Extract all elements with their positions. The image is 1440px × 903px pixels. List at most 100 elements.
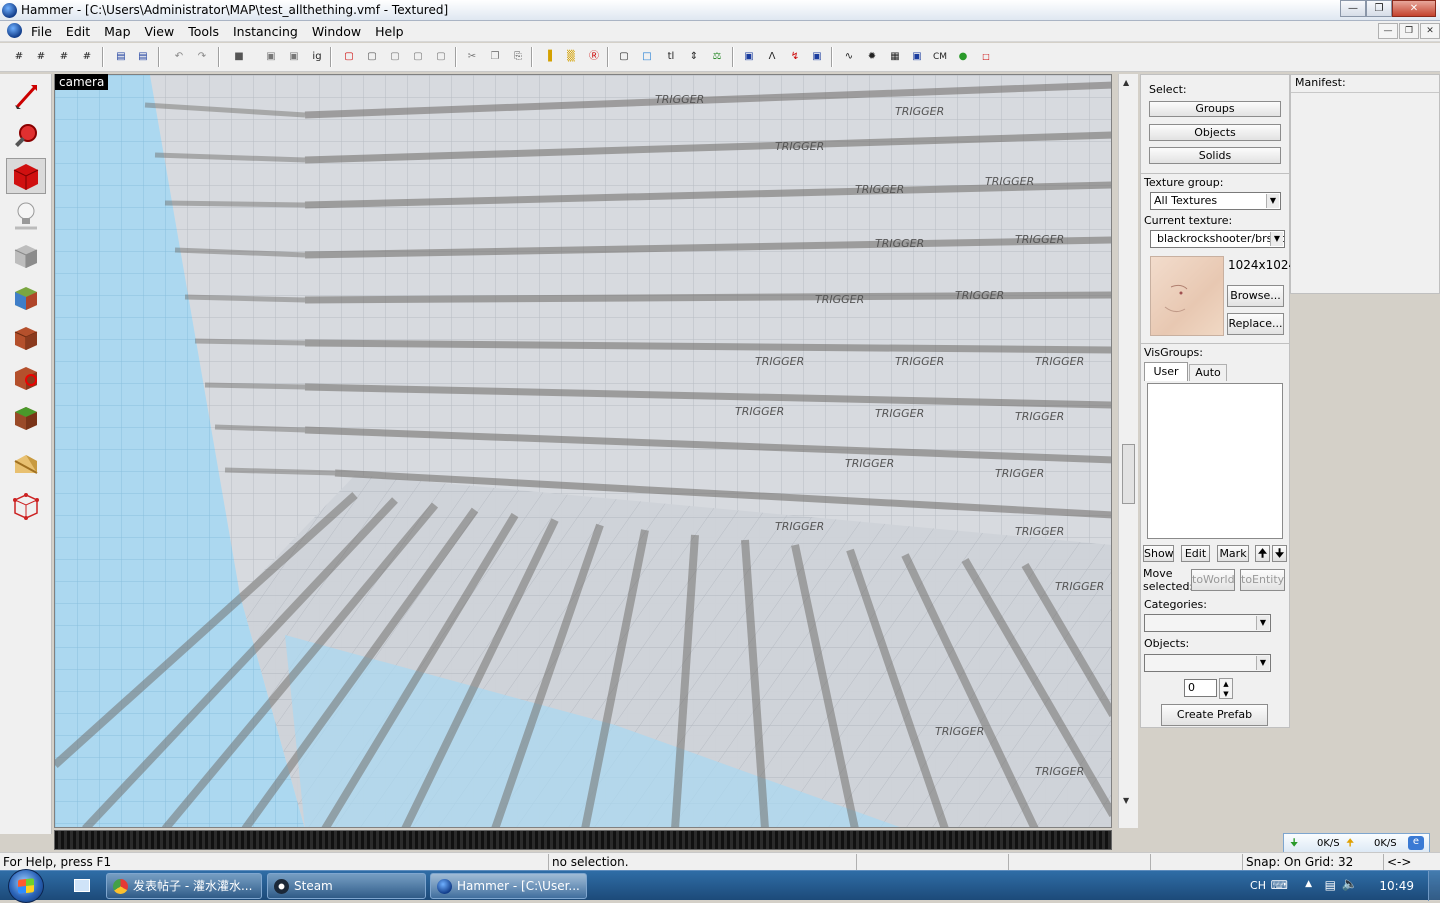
- show-objects-icon[interactable]: ▢: [386, 48, 404, 66]
- mdi-close-button[interactable]: ✕: [1420, 23, 1440, 39]
- taskbar-item-steam[interactable]: Steam: [267, 873, 426, 899]
- texture-group-select[interactable]: All Textures ▼: [1150, 192, 1281, 210]
- chevron-down-icon[interactable]: ▼: [1270, 232, 1283, 246]
- ie-icon[interactable]: e: [1408, 836, 1424, 850]
- visgroup-list[interactable]: [1147, 383, 1283, 539]
- redraw-icon[interactable]: □: [977, 48, 995, 66]
- menu-file[interactable]: File: [31, 24, 52, 39]
- visgroup-tab-user[interactable]: User: [1144, 362, 1188, 381]
- paste-icon[interactable]: ⎘: [509, 48, 527, 66]
- menu-help[interactable]: Help: [375, 24, 404, 39]
- grid-smaller-icon[interactable]: #: [32, 48, 50, 66]
- overlay-icon[interactable]: Λ: [763, 48, 781, 66]
- current-texture-select[interactable]: blackrockshooter/brsbc ▼: [1150, 230, 1285, 248]
- spin-stepper[interactable]: ▲ ▼: [1219, 678, 1233, 699]
- objects-button[interactable]: Objects: [1149, 124, 1281, 141]
- decal-icon[interactable]: ▒: [562, 48, 580, 66]
- apply-current-texture-tool[interactable]: [6, 320, 46, 356]
- textured-scene[interactable]: TRIGGER TRIGGER TRIGGER TRIGGER TRIGGER …: [55, 75, 1112, 828]
- menu-view[interactable]: View: [145, 24, 175, 39]
- entity-gallery-icon[interactable]: ▣: [740, 48, 758, 66]
- menu-tools[interactable]: Tools: [188, 24, 219, 39]
- chevron-down-icon[interactable]: ▼: [1256, 656, 1269, 670]
- menu-edit[interactable]: Edit: [66, 24, 90, 39]
- menu-instancing[interactable]: Instancing: [233, 24, 298, 39]
- show-desktop-icon[interactable]: [74, 879, 90, 892]
- entity-report-icon[interactable]: ⇕: [685, 48, 703, 66]
- check-problems-icon[interactable]: ⚖: [708, 48, 726, 66]
- chevron-down-icon[interactable]: ▼: [1256, 616, 1269, 630]
- categories-select[interactable]: ▼: [1144, 614, 1271, 632]
- clip-icon[interactable]: ▣: [285, 48, 303, 66]
- block-tool[interactable]: [6, 238, 46, 274]
- grid-larger-icon[interactable]: #: [55, 48, 73, 66]
- taskbar-item-browser[interactable]: 发表帖子 - 灌水灌水...: [106, 873, 262, 899]
- magnify-tool[interactable]: [6, 118, 46, 154]
- create-prefab-button[interactable]: Create Prefab: [1161, 704, 1268, 726]
- replace-button[interactable]: Replace...: [1227, 313, 1284, 335]
- texture-apply-tool[interactable]: [6, 280, 46, 316]
- network-icon[interactable]: ▤: [1325, 878, 1336, 892]
- entity-tool[interactable]: [6, 198, 46, 234]
- ungroup-icon[interactable]: ▤: [134, 48, 152, 66]
- visgroup-tab-auto[interactable]: Auto: [1189, 364, 1227, 381]
- groups-button[interactable]: Groups: [1149, 101, 1281, 117]
- texture-lock-icon[interactable]: ▢: [340, 48, 358, 66]
- move-down-icon[interactable]: 🠋: [1272, 545, 1287, 562]
- mdi-minimize-button[interactable]: —: [1378, 23, 1398, 39]
- grid-3d-icon[interactable]: #: [78, 48, 96, 66]
- model-browser-icon[interactable]: ▣: [908, 48, 926, 66]
- volume-icon[interactable]: 🔈: [1342, 877, 1358, 892]
- ime-indicator[interactable]: CH: [1250, 879, 1266, 892]
- visgroup-edit-button[interactable]: Edit: [1181, 545, 1210, 562]
- cubemap-icon[interactable]: CM: [930, 48, 950, 66]
- show-all-icon[interactable]: ▢: [432, 48, 450, 66]
- selection-icon[interactable]: □: [638, 48, 656, 66]
- mdi-restore-button[interactable]: ❐: [1399, 23, 1419, 39]
- clock[interactable]: 10:49: [1379, 879, 1414, 893]
- select-box-icon[interactable]: ▢: [615, 48, 633, 66]
- start-button[interactable]: [8, 869, 44, 903]
- solids-button[interactable]: Solids: [1149, 147, 1281, 164]
- scroll-down-icon[interactable]: ▼: [1123, 796, 1129, 805]
- overlay-tool[interactable]: [6, 400, 46, 436]
- document-icon[interactable]: [7, 23, 22, 38]
- browse-button[interactable]: Browse...: [1227, 285, 1284, 307]
- viewport-horizontal-bar[interactable]: [54, 830, 1112, 850]
- texture-tool-icon[interactable]: tl: [662, 48, 680, 66]
- displacement-icon[interactable]: ▣: [808, 48, 826, 66]
- visgroup-show-button[interactable]: Show: [1143, 545, 1174, 562]
- chevron-down-icon[interactable]: ▼: [1266, 194, 1279, 208]
- hollow-icon[interactable]: ▣: [262, 48, 280, 66]
- camera-view-label[interactable]: camera: [55, 74, 109, 90]
- menu-window[interactable]: Window: [312, 24, 361, 39]
- close-button[interactable]: ✕: [1392, 0, 1436, 17]
- sound-icon[interactable]: ✹: [863, 48, 881, 66]
- decal-tool[interactable]: [6, 360, 46, 396]
- selection-tool[interactable]: [6, 78, 46, 114]
- scroll-thumb[interactable]: [1122, 444, 1135, 504]
- viewport-vertical-scrollbar[interactable]: ▲ ▼: [1118, 74, 1138, 828]
- object-count-input[interactable]: 0: [1184, 679, 1217, 697]
- lighting-icon[interactable]: ∿: [840, 48, 858, 66]
- move-up-icon[interactable]: 🠉: [1255, 545, 1270, 562]
- path-icon[interactable]: ↯: [786, 48, 804, 66]
- ignore-groups-icon[interactable]: ig: [308, 48, 326, 66]
- tray-expand-icon[interactable]: ▲: [1305, 879, 1312, 889]
- texture-application-icon[interactable]: ▐: [539, 48, 557, 66]
- to-entity-button[interactable]: toEntity: [1240, 569, 1285, 591]
- restore-button[interactable]: ❐: [1366, 0, 1392, 17]
- hide-unselected-icon[interactable]: ▢: [409, 48, 427, 66]
- vertex-tool[interactable]: [6, 488, 46, 524]
- show-desktop-button[interactable]: [1428, 871, 1440, 901]
- cut-icon[interactable]: ✂: [463, 48, 481, 66]
- scroll-up-icon[interactable]: ▲: [1123, 78, 1129, 87]
- menu-map[interactable]: Map: [104, 24, 130, 39]
- objects-select[interactable]: ▼: [1144, 654, 1271, 672]
- hide-objects-icon[interactable]: ▢: [363, 48, 381, 66]
- clipping-tool[interactable]: [6, 446, 46, 482]
- texture-preview-image[interactable]: [1150, 256, 1224, 336]
- grid-toggle-icon[interactable]: #: [10, 48, 28, 66]
- visgroup-mark-button[interactable]: Mark: [1217, 545, 1249, 562]
- run-map-icon[interactable]: ●: [954, 48, 972, 66]
